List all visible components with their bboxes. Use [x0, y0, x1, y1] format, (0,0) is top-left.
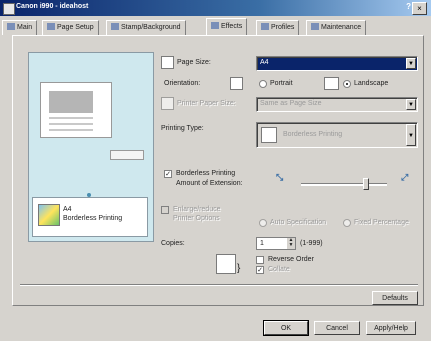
chevron-down-icon[interactable]: ▼ — [406, 58, 416, 69]
reverse-order-label: Reverse Order — [268, 256, 314, 263]
fixed-percentage-radio[interactable] — [343, 219, 351, 227]
landscape-icon — [324, 77, 339, 90]
shrink-arrows-icon: ⤡ — [276, 172, 284, 182]
printer-paper-size-combo[interactable]: Same as Page Size ▼ — [256, 97, 418, 112]
summary-printing-type: Borderless Printing — [63, 215, 123, 222]
copies-range: (1-999) — [300, 240, 323, 247]
tab-effects[interactable]: Effects — [206, 18, 248, 35]
printer-paper-size-label: Printer Paper Size: — [177, 100, 236, 107]
page-size-icon — [161, 56, 174, 69]
collate-checkbox[interactable]: ✓ — [256, 266, 264, 274]
printer-paper-size-value: Same as Page Size — [260, 100, 322, 107]
maintenance-tab-icon — [311, 23, 319, 30]
quality-summary: A4 Borderless Printing — [32, 197, 148, 237]
page-preview-image — [40, 82, 112, 138]
fixed-percentage-label: Fixed Percentage — [354, 219, 409, 226]
printer-stack-icon — [216, 254, 236, 274]
effects-tab-icon — [211, 22, 219, 29]
photo-media-icon — [38, 204, 60, 226]
orientation-label: Orientation: — [164, 80, 201, 87]
copies-value: 1 — [260, 240, 264, 247]
title-bar: Canon i990 - ideahost ? × — [0, 0, 431, 16]
extension-label: Amount of Extension: — [176, 180, 243, 187]
page-size-value: A4 — [260, 59, 269, 66]
cancel-button[interactable]: Cancel — [314, 321, 360, 335]
landscape-label: Landscape — [354, 80, 389, 87]
spinner-arrows-icon[interactable]: ▲ ▼ — [287, 238, 295, 249]
printer-paper-icon — [161, 97, 174, 110]
ok-button[interactable]: OK — [263, 320, 309, 336]
reverse-order-checkbox[interactable] — [256, 256, 264, 264]
expand-arrows-icon: ⤢ — [401, 172, 409, 182]
page-size-label: Page Size: — [177, 59, 211, 66]
printing-type-value: Borderless Printing — [283, 131, 343, 138]
extension-slider-thumb[interactable] — [362, 178, 369, 190]
enlarge-reduce-label: Enlarge/reduce — [173, 206, 221, 213]
auto-spec-label: Auto Specification — [270, 219, 327, 226]
tab-stamp-background[interactable]: Stamp/Background — [106, 20, 186, 35]
borderless-label: Borderless Printing — [176, 170, 236, 177]
enlarge-reduce-checkbox[interactable] — [161, 206, 169, 214]
copies-spinner[interactable]: 1 ▲ ▼ — [256, 237, 296, 250]
portrait-radio[interactable] — [259, 80, 267, 88]
tab-profiles[interactable]: Profiles — [256, 20, 300, 35]
printing-type-label: Printing Type: — [161, 125, 204, 132]
page-setup-tab-icon — [47, 23, 55, 30]
tab-bar: Main Page Setup Stamp/Background Effects… — [0, 18, 431, 36]
printing-type-combo[interactable]: Borderless Printing ▼ — [256, 122, 418, 148]
portrait-label: Portrait — [270, 80, 293, 87]
help-button[interactable]: ? — [406, 2, 411, 11]
collate-label: Collate — [268, 266, 290, 273]
printer-options-label: Printer Options — [173, 215, 220, 222]
close-button[interactable]: × — [412, 2, 427, 15]
chevron-down-icon[interactable]: ▼ — [406, 99, 416, 110]
portrait-icon — [230, 77, 243, 90]
stamp-tab-icon — [111, 23, 119, 30]
printer-app-icon — [3, 3, 15, 15]
collate-bracket-icon: } — [237, 263, 241, 274]
auto-spec-radio[interactable] — [259, 219, 267, 227]
page-size-combo[interactable]: A4 ▼ — [256, 56, 418, 71]
landscape-radio[interactable] — [343, 80, 351, 88]
separator — [20, 284, 418, 286]
borderless-checkbox[interactable]: ✓ — [164, 170, 172, 178]
main-tab-icon — [7, 23, 15, 30]
profiles-tab-icon — [261, 23, 269, 30]
window-title: Canon i990 - ideahost — [16, 3, 89, 10]
tab-page-setup[interactable]: Page Setup — [42, 20, 99, 35]
extension-slider-track[interactable] — [301, 183, 387, 186]
summary-size: A4 — [63, 206, 72, 213]
tab-maintenance[interactable]: Maintenance — [306, 20, 367, 35]
defaults-button[interactable]: Defaults — [372, 291, 418, 305]
printer-preview-image — [110, 150, 144, 160]
chevron-down-icon[interactable]: ▼ — [406, 124, 416, 146]
borderless-icon — [261, 127, 277, 143]
tab-main[interactable]: Main — [2, 20, 38, 35]
apply-help-button[interactable]: Apply/Help — [366, 321, 416, 335]
copies-label: Copies: — [161, 240, 185, 247]
